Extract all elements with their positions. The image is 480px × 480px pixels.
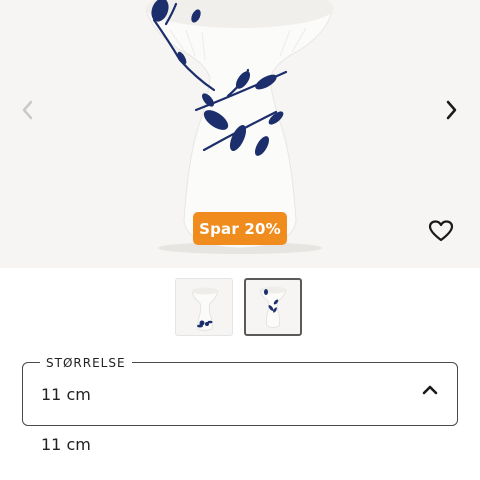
thumbnail-image [191,287,219,331]
chevron-left-icon [22,100,33,120]
discount-badge: Spar 20% [193,212,287,245]
wishlist-button[interactable] [426,216,456,246]
size-selected-value: 11 cm [41,385,91,404]
thumbnail-2[interactable] [244,278,302,336]
thumbnail-image [259,286,287,328]
gallery-prev-button[interactable] [12,92,42,128]
chevron-up-icon[interactable] [420,380,440,400]
gallery-next-button[interactable] [437,92,467,128]
chevron-right-icon [446,100,457,120]
heart-outline-icon [428,220,454,242]
thumbnail-1[interactable] [175,278,233,336]
size-option[interactable]: 11 cm [41,434,91,456]
product-image-gallery: Spar 20% [0,0,480,268]
size-label: STØRRELSE [40,355,132,371]
